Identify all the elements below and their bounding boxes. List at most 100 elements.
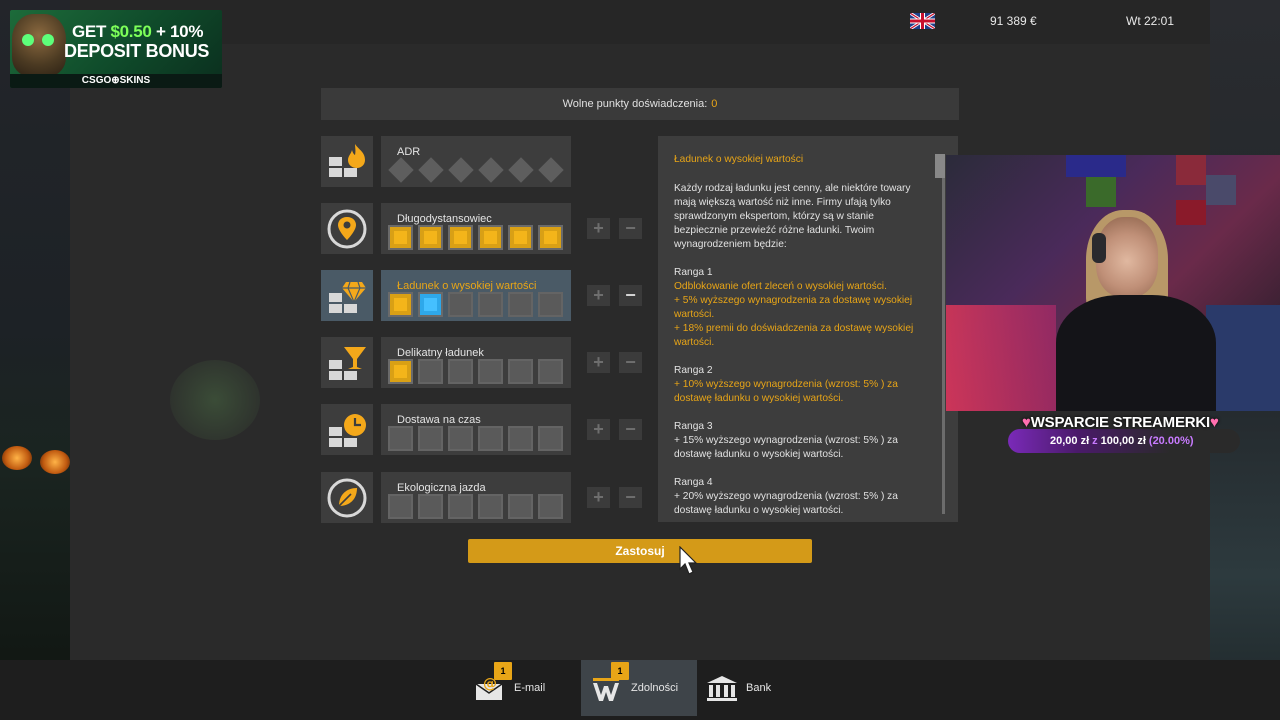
support-amount: 20,00 zł z 100,00 zł (20.00%) bbox=[1050, 435, 1194, 447]
rank-block: Ranga 3 + 15% wyższego wynagrodzenia (wz… bbox=[674, 420, 922, 462]
skill-icon-just-in-time[interactable] bbox=[321, 404, 373, 455]
skill-card-fragile-cargo[interactable]: Delikatny ładunek bbox=[381, 337, 571, 388]
description-scrollbar[interactable] bbox=[942, 154, 945, 514]
skill-icon-adr[interactable] bbox=[321, 136, 373, 187]
plus-button[interactable]: + bbox=[587, 218, 610, 239]
plus-button[interactable]: + bbox=[587, 487, 610, 508]
rank-line: Odblokowanie ofert zleceń o wysokiej war… bbox=[674, 281, 887, 292]
level-slot bbox=[388, 494, 413, 519]
level-slot bbox=[478, 426, 503, 451]
level-slot bbox=[418, 225, 443, 250]
promo-brand: CSGO⊕SKINS bbox=[10, 74, 222, 88]
location-pin-icon bbox=[327, 209, 367, 249]
support-widget: ♥WSPARCIE STREAMERKI♥ 20,00 zł z 100,00 zł… bbox=[1008, 414, 1240, 456]
nav-bank[interactable]: Bank bbox=[698, 660, 808, 716]
diamond-icon bbox=[329, 281, 366, 313]
background-glow bbox=[170, 360, 260, 440]
nav-skills[interactable]: Zdolności bbox=[581, 660, 697, 716]
minus-button[interactable]: − bbox=[619, 218, 642, 239]
background-left bbox=[0, 0, 70, 720]
skill-card-adr[interactable]: ADR bbox=[381, 136, 571, 187]
level-slot bbox=[538, 494, 563, 519]
skill-description-panel[interactable]: Ładunek o wysokiej wartości Każdy rodzaj… bbox=[658, 136, 958, 522]
rank-block: Ranga 1 Odblokowanie ofert zleceń o wyso… bbox=[674, 266, 922, 350]
scrollbar-thumb[interactable] bbox=[935, 154, 945, 178]
level-slot bbox=[508, 426, 533, 451]
rank-title: Ranga 2 bbox=[674, 365, 713, 376]
minus-button[interactable]: − bbox=[619, 419, 642, 440]
nav-label: Zdolności bbox=[631, 682, 679, 694]
bank-icon bbox=[707, 676, 737, 701]
minus-button[interactable]: − bbox=[619, 487, 642, 508]
level-slot bbox=[508, 494, 533, 519]
skill-icon-fragile-cargo[interactable] bbox=[321, 337, 373, 388]
mascot-image bbox=[12, 14, 66, 76]
promo-banner[interactable]: GET $0.50 + 10% DEPOSIT BONUS CSGO⊕SKINS bbox=[10, 10, 222, 88]
plus-button[interactable]: + bbox=[587, 352, 610, 373]
level-slot bbox=[448, 494, 473, 519]
level-slot bbox=[418, 359, 443, 384]
adr-class-slots bbox=[388, 157, 564, 183]
level-slot bbox=[388, 225, 413, 250]
uk-flag-icon[interactable] bbox=[910, 13, 935, 29]
rank-title: Ranga 3 bbox=[674, 421, 713, 432]
heart-icon: ♥ bbox=[1209, 414, 1219, 431]
rank-title: Ranga 4 bbox=[674, 477, 713, 488]
rank-block: Ranga 2 + 10% wyższego wynagrodzenia (wz… bbox=[674, 364, 922, 406]
minus-button[interactable]: − bbox=[619, 352, 642, 373]
skill-card-long-distance[interactable]: Długodystansowiec bbox=[381, 203, 571, 254]
plus-button[interactable]: + bbox=[587, 419, 610, 440]
rank-block: Ranga 4 + 20% wyższego wynagrodzenia (wz… bbox=[674, 476, 922, 518]
promo-subheadline: DEPOSIT BONUS bbox=[64, 41, 210, 61]
leaf-icon bbox=[327, 478, 367, 518]
level-slot bbox=[448, 359, 473, 384]
skill-name: Delikatny ładunek bbox=[397, 347, 484, 359]
level-slot bbox=[538, 292, 563, 317]
level-slot bbox=[508, 292, 533, 317]
skill-icon-eco-driving[interactable] bbox=[321, 472, 373, 523]
pumpkin-decoration bbox=[2, 446, 32, 470]
rank-line: + 5% wyższego wynagrodzenia za dostawę w… bbox=[674, 295, 913, 320]
level-slot bbox=[478, 225, 503, 250]
rank-line: + 10% wyższego wynagrodzenia (wzrost: 5%… bbox=[674, 379, 898, 404]
level-slot bbox=[418, 426, 443, 451]
clock-icon bbox=[329, 414, 366, 447]
skill-icon-long-distance[interactable] bbox=[321, 203, 373, 254]
nav-label: Bank bbox=[746, 682, 772, 694]
plus-button[interactable]: + bbox=[587, 285, 610, 306]
game-clock: Wt 22:01 bbox=[1126, 14, 1175, 28]
adr-class-icon bbox=[538, 157, 564, 183]
promo-headline: GET $0.50 + 10% bbox=[72, 22, 204, 41]
minus-button[interactable]: − bbox=[619, 285, 642, 306]
skill-card-eco-driving[interactable]: Ekologiczna jazda bbox=[381, 472, 571, 523]
mouse-cursor-icon bbox=[679, 546, 698, 575]
nav-email[interactable]: @ E-mail bbox=[466, 660, 581, 716]
level-slot bbox=[478, 292, 503, 317]
skill-level-slots bbox=[388, 292, 563, 317]
level-slot bbox=[538, 426, 563, 451]
skill-name: Dostawa na czas bbox=[397, 414, 481, 426]
xp-label: Wolne punkty doświadczenia: bbox=[562, 98, 708, 110]
xp-value: 0 bbox=[711, 98, 718, 110]
skill-card-high-value-cargo[interactable]: Ładunek o wysokiej wartości bbox=[381, 270, 571, 321]
glass-icon bbox=[329, 347, 366, 380]
money-balance: 91 389 € bbox=[990, 14, 1037, 28]
skill-level-slots bbox=[388, 359, 563, 384]
skill-level-slots bbox=[388, 426, 563, 451]
fire-icon bbox=[329, 144, 365, 177]
notification-badge: 1 bbox=[494, 662, 512, 680]
rank-line: + 18% premii do doświadczenia za dostawę… bbox=[674, 323, 914, 348]
level-slot bbox=[418, 494, 443, 519]
free-xp-points: Wolne punkty doświadczenia: 0 bbox=[321, 88, 959, 120]
skill-icon-high-value-cargo[interactable] bbox=[321, 270, 373, 321]
apply-button[interactable]: Zastosuj bbox=[468, 539, 812, 563]
skill-name: Ekologiczna jazda bbox=[397, 482, 486, 494]
heart-icon: ♥ bbox=[1022, 414, 1031, 431]
level-slot bbox=[538, 359, 563, 384]
description-title: Ładunek o wysokiej wartości bbox=[674, 154, 804, 165]
adr-class-icon bbox=[478, 157, 504, 183]
skill-card-just-in-time[interactable]: Dostawa na czas bbox=[381, 404, 571, 455]
rank-line: + 15% wyższego wynagrodzenia (wzrost: 5%… bbox=[674, 435, 898, 460]
level-slot bbox=[448, 225, 473, 250]
level-slot bbox=[448, 426, 473, 451]
